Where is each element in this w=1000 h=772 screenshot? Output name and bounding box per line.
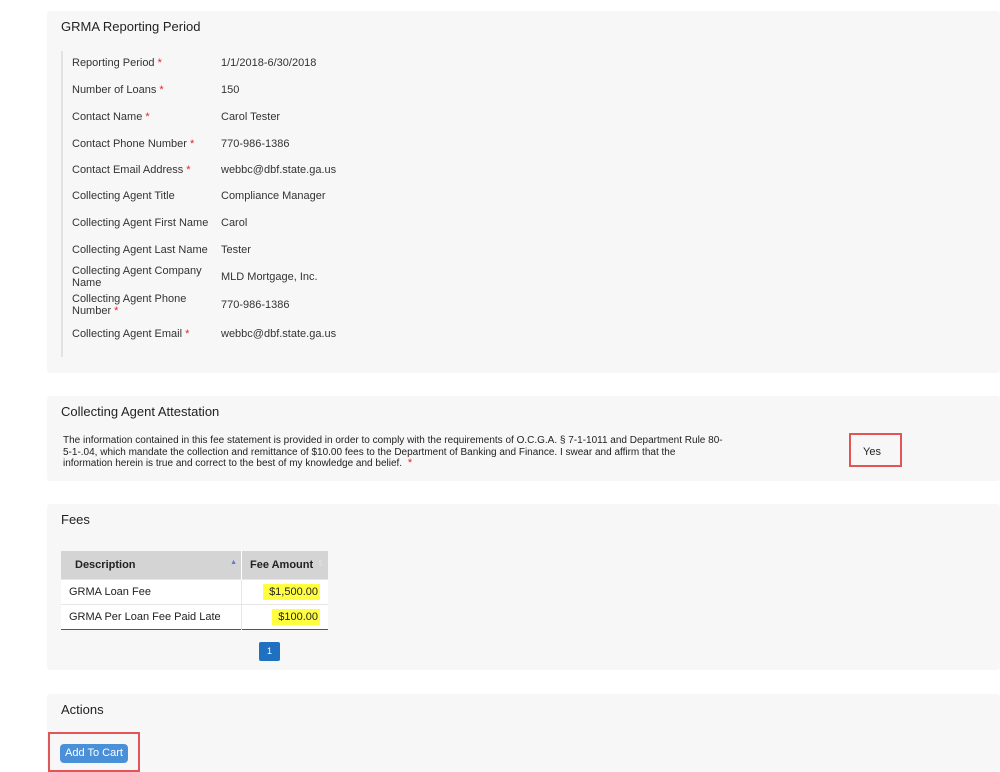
fee-amount-cell: $100.00	[241, 604, 328, 630]
field-value: webbc@dbf.state.ga.us	[221, 328, 337, 340]
field-label: Collecting Agent Last Name	[72, 244, 208, 256]
actions-title: Actions	[61, 702, 104, 717]
label-text: Contact Name	[72, 111, 143, 123]
field-value: Carol	[221, 217, 248, 229]
required-marker: *	[185, 328, 190, 340]
required-marker: *	[159, 84, 164, 96]
field-value: 1/1/2018-6/30/2018	[221, 57, 317, 69]
label-text: Collecting Agent Phone Number	[72, 293, 187, 317]
field-value: 770-986-1386	[221, 138, 290, 150]
required-marker: *	[114, 305, 119, 317]
sort-ascending-icon[interactable]: ▲	[230, 559, 237, 566]
field-value: webbc@dbf.state.ga.us	[221, 164, 337, 176]
label-text: Contact Email Address	[72, 164, 184, 176]
reporting-period-title: GRMA Reporting Period	[61, 19, 201, 34]
required-marker: *	[186, 164, 191, 176]
field-label: Collecting Agent Email *	[72, 328, 222, 340]
field-value: Carol Tester	[221, 111, 281, 123]
field-label: Contact Email Address *	[72, 164, 222, 176]
label-text: Collecting Agent Email	[72, 328, 183, 340]
field-value: 770-986-1386	[221, 299, 290, 311]
field-value: 150	[221, 84, 240, 96]
attestation-answer-highlight[interactable]: Yes	[849, 433, 902, 467]
fee-amount: $100.00	[272, 609, 320, 625]
field-value: Compliance Manager	[221, 190, 326, 202]
fee-description: GRMA Per Loan Fee Paid Late	[61, 604, 242, 630]
field-label: Collecting Agent Title	[72, 190, 175, 202]
fee-amount-cell: $1,500.00	[241, 579, 328, 605]
reporting-period-panel: GRMA Reporting Period Reporting Period * …	[47, 11, 1000, 373]
actions-panel: Actions Add To Cart	[47, 694, 1000, 772]
fees-table: Description ▲ Fee Amount ⇕ GRMA Loan Fee $…	[61, 551, 328, 630]
add-to-cart-button[interactable]: Add To Cart	[60, 744, 128, 763]
pagination-page-1[interactable]: 1	[259, 642, 280, 661]
label-text: Number of Loans	[72, 84, 157, 96]
table-row: GRMA Per Loan Fee Paid Late $100.00	[61, 604, 328, 630]
required-marker: *	[145, 111, 150, 123]
column-header-label: Fee Amount	[250, 559, 314, 571]
fees-panel: Fees Description ▲ Fee Amount ⇕ GRMA Loan …	[47, 504, 1000, 670]
field-label: Collecting Agent First Name	[72, 217, 209, 229]
field-label: Collecting Agent Company Name	[72, 265, 202, 289]
attestation-text: The information contained in this fee st…	[63, 435, 723, 470]
field-label: Collecting Agent Phone Number *	[72, 293, 208, 317]
sort-icon[interactable]: ⇕	[317, 559, 324, 568]
field-value: MLD Mortgage, Inc.	[221, 271, 318, 283]
column-header-fee-amount[interactable]: Fee Amount ⇕	[241, 551, 328, 580]
fees-title: Fees	[61, 512, 90, 527]
attestation-panel: Collecting Agent Attestation The informa…	[47, 396, 1000, 481]
field-value: Tester	[221, 244, 251, 256]
label-text: Contact Phone Number	[72, 138, 187, 150]
column-header-label: Description	[75, 559, 136, 571]
attestation-answer[interactable]: Yes	[863, 446, 881, 458]
field-label: Contact Phone Number *	[72, 138, 222, 150]
field-label: Reporting Period *	[72, 57, 212, 69]
required-marker: *	[407, 457, 413, 469]
fee-amount: $1,500.00	[263, 584, 320, 600]
column-header-description[interactable]: Description ▲	[61, 551, 242, 580]
reporting-period-fields: Reporting Period * 1/1/2018-6/30/2018 Num…	[61, 51, 463, 357]
required-marker: *	[189, 138, 195, 150]
fee-description: GRMA Loan Fee	[61, 579, 242, 605]
required-marker: *	[157, 57, 162, 69]
table-row: GRMA Loan Fee $1,500.00	[61, 579, 328, 605]
label-text: Reporting Period	[72, 57, 155, 69]
fees-table-header: Description ▲ Fee Amount ⇕	[61, 551, 328, 580]
field-label: Number of Loans *	[72, 84, 212, 96]
field-label: Contact Name *	[72, 111, 212, 123]
attestation-title: Collecting Agent Attestation	[61, 404, 220, 419]
attestation-statement: The information contained in this fee st…	[63, 435, 723, 469]
